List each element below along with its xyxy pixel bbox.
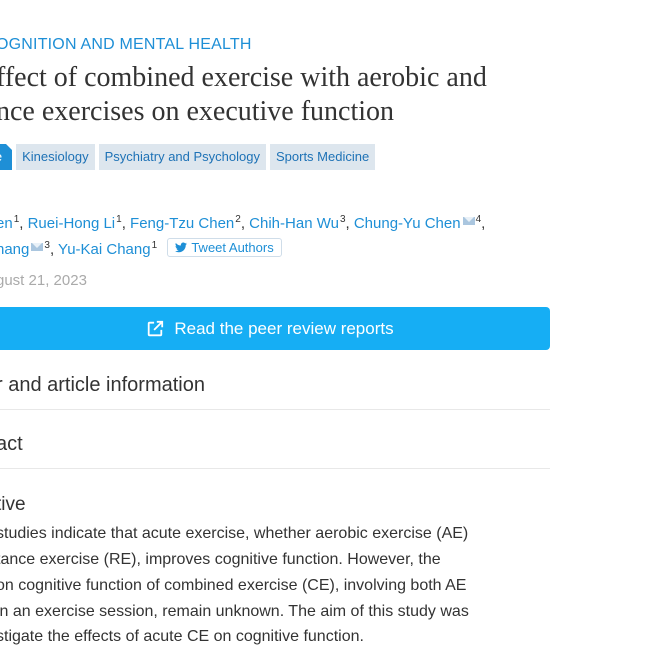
article-title-line-2: nce exercises on executive function <box>0 96 395 127</box>
tweet-authors-button[interactable]: Tweet Authors <box>167 238 282 257</box>
article-title-line-1: ffect of combined exercise with aerobic … <box>0 62 487 93</box>
author-link[interactable]: Feng-Tzu Chen <box>130 215 234 232</box>
separator: , <box>481 215 486 232</box>
author-link[interactable]: en <box>0 215 13 232</box>
affiliation-sup[interactable]: 1 <box>152 240 158 251</box>
tag-sports-medicine[interactable]: Sports Medicine <box>269 144 376 170</box>
author-info-toggle[interactable]: r and article information <box>0 374 205 397</box>
author-link[interactable]: Yu-Kai Chang <box>58 241 151 258</box>
separator: , <box>19 215 28 232</box>
objective-text-line: in an exercise session, remain unknown. … <box>0 603 469 620</box>
external-link-icon <box>148 320 164 336</box>
divider <box>0 468 550 469</box>
section-label[interactable]: OGNITION AND MENTAL HEALTH <box>0 36 252 54</box>
author-link[interactable]: Chung-Yu Chen <box>354 215 461 232</box>
author-link[interactable]: hang <box>0 241 29 258</box>
objective-text-line: studies indicate that acute exercise, wh… <box>0 525 469 542</box>
objective-text-line: on cognitive function of combined exerci… <box>0 577 467 594</box>
tag-kinesiology[interactable]: Kinesiology <box>16 144 95 170</box>
author-link[interactable]: Chih-Han Wu <box>249 215 339 232</box>
peer-review-label: Read the peer review reports <box>174 318 394 338</box>
author-list-row-1: en1, Ruei-Hong Li1, Feng-Tzu Chen2, Chih… <box>0 214 485 232</box>
objective-text-line: tance exercise (RE), improves cognitive … <box>0 551 441 568</box>
author-list-row-2: hang 3, Yu-Kai Chang1 Tweet Authors <box>0 238 282 258</box>
abstract-toggle[interactable]: act <box>0 433 23 456</box>
twitter-icon <box>175 242 188 253</box>
tag-psychiatry-psychology[interactable]: Psychiatry and Psychology <box>98 144 266 170</box>
objective-heading: tive <box>0 494 26 515</box>
separator: , <box>49 241 59 258</box>
publication-date: gust 21, 2023 <box>0 272 87 289</box>
author-link[interactable]: Ruei-Hong Li <box>28 215 116 232</box>
separator: , <box>240 215 250 232</box>
subject-tags: le Kinesiology Psychiatry and Psychology… <box>0 144 376 170</box>
tweet-authors-label: Tweet Authors <box>191 240 274 255</box>
tag-article-type[interactable]: le <box>0 144 13 170</box>
separator: , <box>345 215 354 232</box>
mail-icon[interactable] <box>31 243 44 251</box>
peer-review-button[interactable]: Read the peer review reports <box>0 307 550 350</box>
separator: , <box>121 215 131 232</box>
divider <box>0 409 550 410</box>
mail-icon[interactable] <box>462 217 475 225</box>
objective-text-line: stigate the effects of acute CE on cogni… <box>0 628 364 645</box>
